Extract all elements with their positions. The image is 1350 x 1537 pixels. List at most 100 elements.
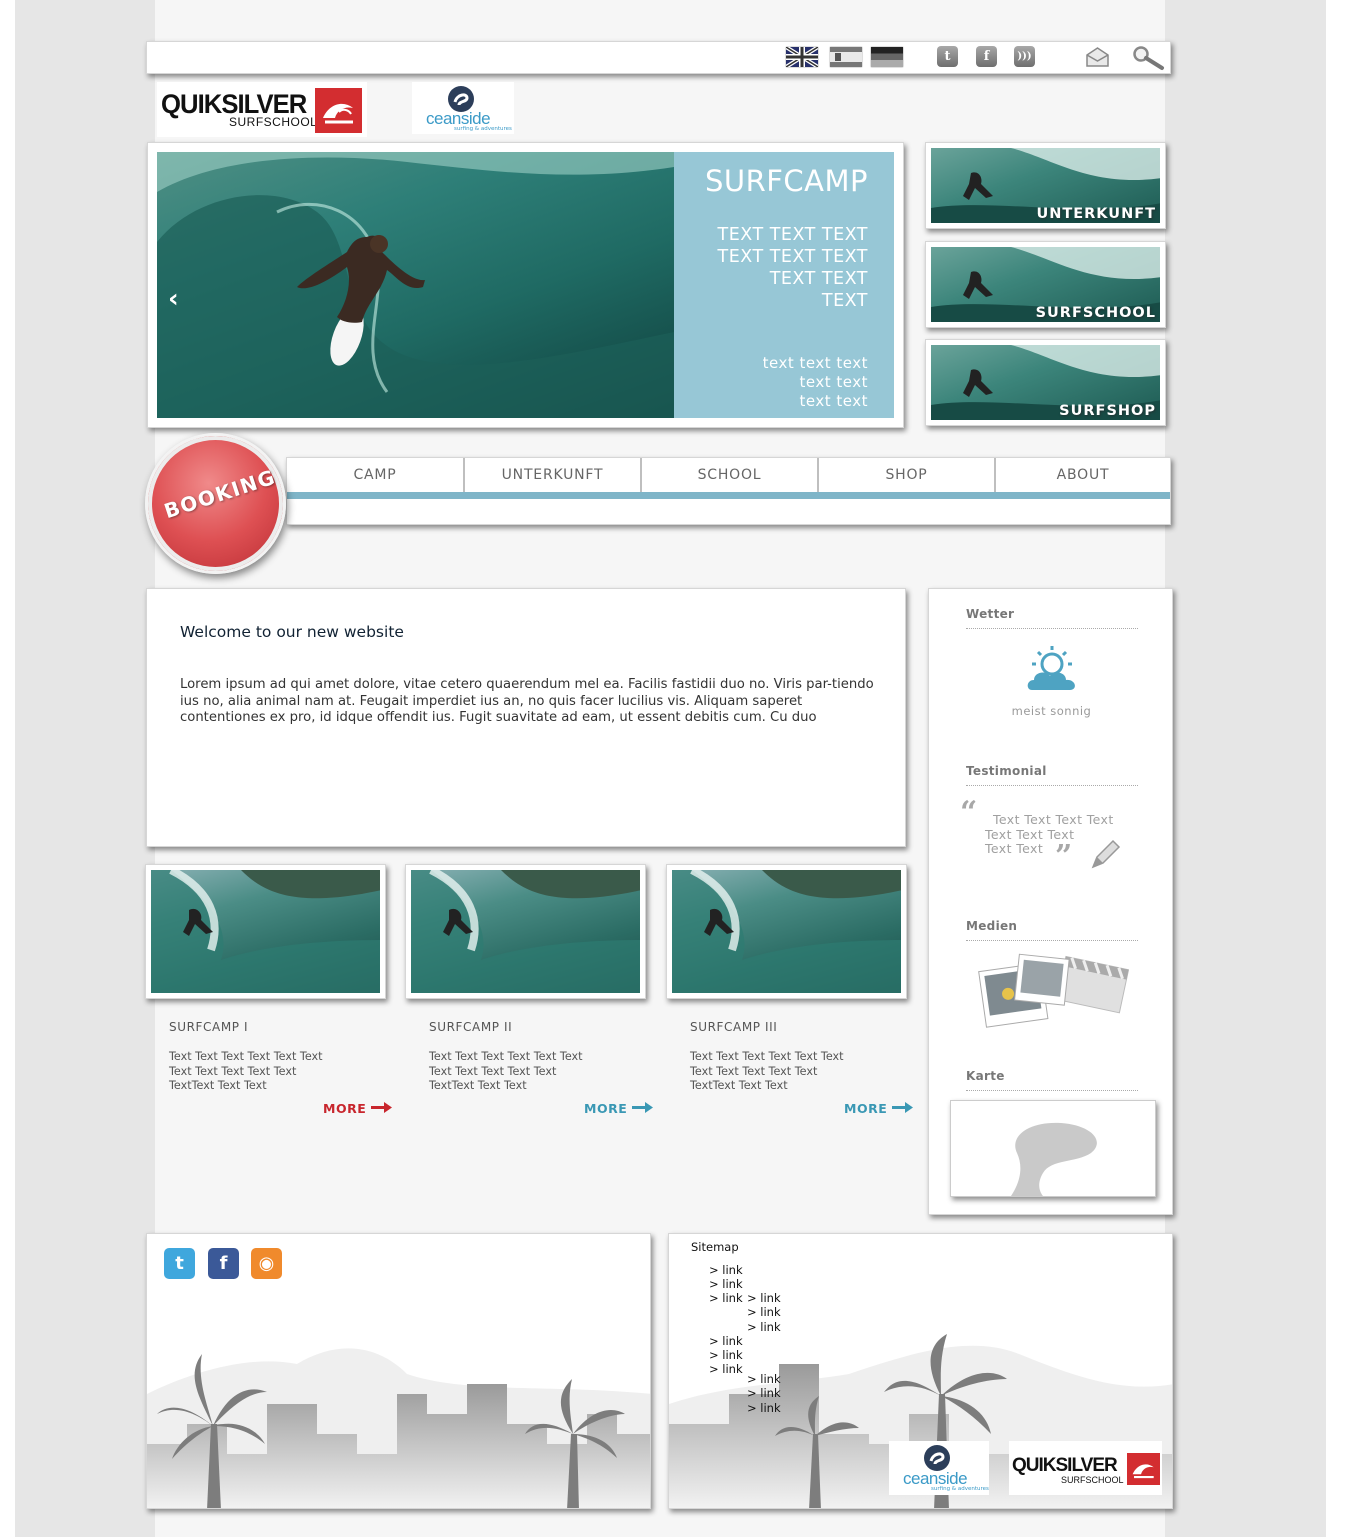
more-label: MORE <box>584 1101 628 1116</box>
footer-left: t f ◉ <box>146 1233 651 1509</box>
footer-right: Sitemap > link > link > link > link > li… <box>668 1233 1173 1509</box>
hero-caption: SURFCAMP TEXT TEXT TEXT TEXT TEXT TEXT T… <box>674 152 894 418</box>
twitter-icon[interactable]: t <box>937 46 958 67</box>
partly-sunny-icon <box>1026 644 1078 698</box>
oceanside-sub: surfing & adventures <box>454 126 512 132</box>
search-icon[interactable] <box>1132 45 1166 75</box>
card-text: Text Text Text Text Text Text Text Text … <box>690 1050 870 1094</box>
germany-flag-icon[interactable] <box>871 47 903 67</box>
quiksilver-name: QUIKSILVER <box>1012 1455 1118 1476</box>
hero-title: SURFCAMP <box>704 164 868 198</box>
more-link-3[interactable]: MORE <box>844 1101 914 1116</box>
hero-big-line: TEXT TEXT TEXT <box>717 225 868 245</box>
testimonial-line: Text Text Text Text <box>993 812 1114 827</box>
card-text: Text Text Text Text Text Text Text Text … <box>429 1050 609 1094</box>
more-label: MORE <box>844 1101 888 1116</box>
card-image-1[interactable] <box>145 864 386 999</box>
card-line: Text Text Text Text Text <box>429 1064 557 1078</box>
card-image-2[interactable] <box>405 864 646 999</box>
thumb-surfschool[interactable]: SURFSCHOOL <box>925 241 1166 328</box>
nav-camp[interactable]: CAMP <box>287 458 465 492</box>
hero-prev-arrow-icon[interactable]: ‹ <box>168 284 179 314</box>
welcome-panel: Welcome to our new website Lorem ipsum a… <box>146 588 906 847</box>
sitemap-link[interactable]: > link <box>709 1277 743 1291</box>
thumb-label: SURFSCHOOL <box>1035 305 1156 321</box>
uk-flag-icon[interactable] <box>786 47 818 67</box>
thumb-label: UNTERKUNFT <box>1036 206 1156 222</box>
hero-big-text: TEXT TEXT TEXT TEXT TEXT TEXT TEXT TEXT … <box>718 224 868 312</box>
arrow-right-icon <box>632 1101 654 1116</box>
sitemap-link[interactable]: > link <box>747 1372 781 1386</box>
footer-oceanside-logo[interactable]: ceanside surfing & adventures <box>889 1441 989 1495</box>
sitemap-link[interactable]: > link <box>709 1348 743 1362</box>
divider <box>966 940 1138 941</box>
sitemap-link[interactable]: > link <box>709 1263 743 1277</box>
arrow-right-icon <box>371 1101 393 1116</box>
sitemap-link[interactable]: > link <box>747 1401 781 1415</box>
quiksilver-sub: SURFSCHOOL <box>1061 1475 1124 1485</box>
mail-icon[interactable] <box>1085 46 1110 72</box>
sidebar: Wetter meist sonnig Testimonial “ Text T… <box>928 588 1173 1215</box>
nav-underline <box>287 492 1170 499</box>
card-line: TextText Text Text <box>169 1079 267 1092</box>
booking-label: BOOKING <box>161 464 279 524</box>
weather-heading: Wetter <box>966 607 1015 621</box>
media-gallery-icon[interactable] <box>974 953 1130 1037</box>
sitemap-link[interactable]: > link <box>747 1386 781 1400</box>
sitemap-link[interactable]: > link <box>747 1291 781 1305</box>
sitemap-link[interactable]: > link <box>709 1362 743 1376</box>
sitemap-link[interactable]: > link <box>709 1334 743 1348</box>
testimonial-heading: Testimonial <box>966 764 1047 778</box>
card-line: Text Text Text Text Text Text <box>690 1050 844 1063</box>
card-line: Text Text Text Text Text <box>690 1064 818 1078</box>
footer-twitter-icon[interactable]: t <box>164 1248 195 1279</box>
card-line: TextText Text Text <box>690 1079 788 1092</box>
footer-quiksilver-logo[interactable]: QUIKSILVER SURFSCHOOL <box>1009 1441 1162 1495</box>
booking-button[interactable]: BOOKING <box>145 433 286 574</box>
sitemap-link[interactable]: > link <box>747 1320 781 1334</box>
facebook-glyph: f <box>219 1253 228 1274</box>
spain-flag-icon[interactable] <box>830 47 862 67</box>
more-link-2[interactable]: MORE <box>584 1101 654 1116</box>
thumb-label: SURFSHOP <box>1059 403 1156 419</box>
card-line: Text Text Text Text Text <box>169 1064 297 1078</box>
rss-icon[interactable]: ))) <box>1014 46 1035 67</box>
hero-big-line: TEXT TEXT TEXT <box>717 247 868 267</box>
welcome-heading: Welcome to our new website <box>180 623 404 641</box>
hero-small-line: text text <box>799 392 868 410</box>
map-widget[interactable] <box>950 1100 1156 1197</box>
nav-school[interactable]: SCHOOL <box>642 458 819 492</box>
twitter-glyph: t <box>175 1253 184 1274</box>
welcome-body: Lorem ipsum ad qui amet dolore, vitae ce… <box>180 677 874 725</box>
sitemap-link[interactable]: > link <box>747 1305 781 1319</box>
card-line: Text Text Text Text Text Text <box>169 1050 323 1063</box>
footer-facebook-icon[interactable]: f <box>208 1248 239 1279</box>
close-quote-icon: ” <box>1055 839 1073 874</box>
card-image-3[interactable] <box>666 864 907 999</box>
card-photo <box>411 870 640 993</box>
quiksilver-logo[interactable]: QUIKSILVER SURFSCHOOL <box>157 82 367 137</box>
hero-small-line: text text text <box>762 354 868 372</box>
card-photo <box>672 870 901 993</box>
media-heading: Medien <box>966 919 1018 933</box>
open-quote-icon: “ <box>960 795 978 830</box>
nav-shop[interactable]: SHOP <box>819 458 996 492</box>
facebook-icon[interactable]: f <box>976 46 997 67</box>
nav-unterkunft[interactable]: UNTERKUNFT <box>465 458 642 492</box>
nav-about[interactable]: ABOUT <box>996 458 1170 492</box>
card-line: Text Text Text Text Text Text <box>429 1050 583 1063</box>
footer-rss-icon[interactable]: ◉ <box>251 1248 282 1279</box>
pencil-icon[interactable] <box>1089 839 1121 875</box>
card-title: SURFCAMP I <box>169 1020 249 1034</box>
sitemap-link[interactable]: > link <box>709 1291 743 1305</box>
oceanside-logo[interactable]: ceanside surfing & adventures <box>412 82 514 134</box>
main-nav: CAMP UNTERKUNFT SCHOOL SHOP ABOUT <box>286 457 1171 525</box>
hero-small-line: text text <box>799 373 868 391</box>
thumb-unterkunft[interactable]: UNTERKUNFT <box>925 142 1166 229</box>
card-text: Text Text Text Text Text Text Text Text … <box>169 1050 349 1094</box>
divider <box>966 1090 1138 1091</box>
thumb-surfshop[interactable]: SURFSHOP <box>925 339 1166 426</box>
card-title: SURFCAMP II <box>429 1020 513 1034</box>
more-link-1[interactable]: MORE <box>323 1101 393 1116</box>
card-line: TextText Text Text <box>429 1079 527 1092</box>
